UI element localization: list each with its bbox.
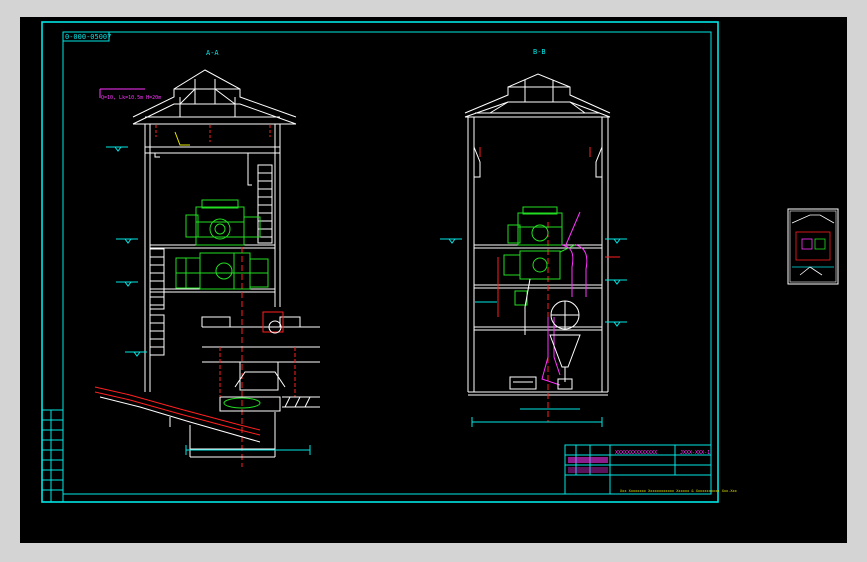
revision-table: [41, 409, 64, 503]
elevation-markers-a: [106, 146, 147, 357]
company-text: Xxx Xxxxxxxx Xxxxxxxxxxxx Xxxxxx & Xxxxx…: [620, 489, 738, 493]
title-text: XXXXXXXXXXXXXX: [615, 450, 657, 456]
section-b-building: [464, 73, 611, 396]
viewcube-thumbnail[interactable]: [787, 208, 839, 285]
sheet-outer-frame: [41, 21, 719, 503]
cad-viewport[interactable]: 0-000-05007 A-A B-B Q=10, Lk=10.5m H=20m…: [20, 17, 847, 543]
section-a-label: A-A: [206, 49, 219, 57]
stamp-text: 0-000-05007: [65, 33, 111, 41]
sheet-inner-frame: [62, 31, 712, 495]
section-a-centerlines: [155, 125, 271, 467]
drawing-canvas[interactable]: 0-000-05007 A-A B-B Q=10, Lk=10.5m H=20m…: [20, 17, 847, 543]
foundation-a: [94, 311, 320, 458]
section-a-building: [132, 69, 297, 392]
crusher-equipment-b: [503, 206, 576, 306]
drawing-number: JXXX-XXX-1: [680, 450, 710, 456]
section-b-label: B-B: [533, 48, 546, 56]
crane-label: Q=10, Lk=10.5m H=20m: [101, 95, 161, 101]
